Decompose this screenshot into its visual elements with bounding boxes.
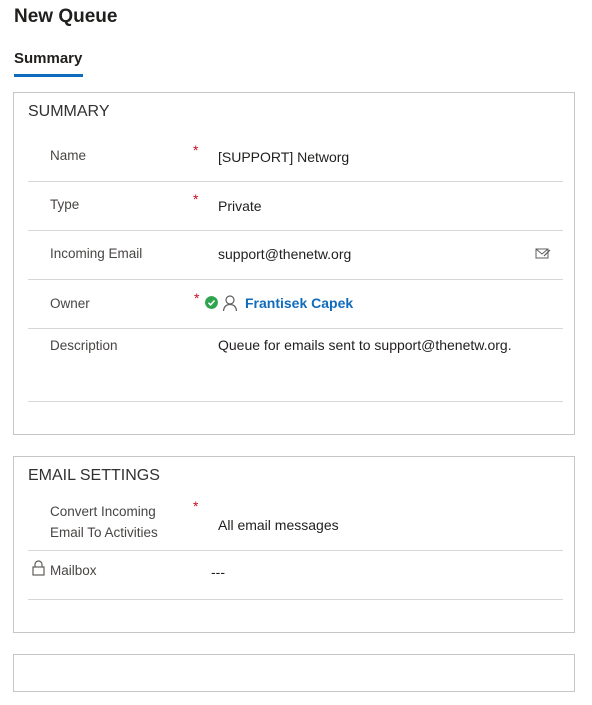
required-indicator: * <box>193 142 199 158</box>
required-indicator: * <box>193 498 199 514</box>
required-indicator: * <box>194 290 200 306</box>
field-row-owner: Owner * Frantisek Capek <box>28 290 563 329</box>
field-row-incoming-email: Incoming Email support@thenetw.org <box>28 243 563 280</box>
email-compose-icon[interactable] <box>535 246 551 260</box>
convert-incoming-email-select[interactable]: All email messages <box>218 515 339 536</box>
section-title: EMAIL SETTINGS <box>28 467 160 484</box>
field-label: Description <box>50 338 118 353</box>
tab-active-indicator <box>14 74 83 77</box>
field-label: Mailbox <box>50 563 97 578</box>
field-label: Name <box>50 148 87 163</box>
check-circle-icon <box>205 296 218 309</box>
email-settings-section: EMAIL SETTINGS Convert Incoming Email To… <box>13 456 575 633</box>
description-textarea[interactable]: Queue for emails sent to support@thenetw… <box>218 335 512 356</box>
field-row-mailbox: Mailbox --- <box>28 560 563 600</box>
mailbox-lookup: --- <box>211 564 225 580</box>
field-row-description: Description Queue for emails sent to sup… <box>28 337 563 402</box>
empty-section <box>13 654 575 692</box>
field-row-convert-incoming-email: Convert Incoming Email To Activities * A… <box>28 498 563 551</box>
page-title: New Queue <box>14 6 118 27</box>
type-select[interactable]: Private <box>218 196 262 217</box>
section-title: SUMMARY <box>28 103 110 120</box>
incoming-email-input[interactable]: support@thenetw.org <box>218 244 351 265</box>
field-label: Incoming Email <box>50 246 143 261</box>
required-indicator: * <box>193 191 199 207</box>
owner-lookup-link[interactable]: Frantisek Capek <box>245 293 353 314</box>
field-row-type: Type * Private <box>28 191 563 231</box>
tab-summary[interactable]: Summary <box>14 50 82 73</box>
field-label: Convert Incoming <box>50 504 156 519</box>
field-label: Type <box>50 197 80 212</box>
field-label: Email To Activities <box>50 525 158 540</box>
field-label: Owner <box>50 296 90 311</box>
field-row-name: Name * [SUPPORT] Networg <box>28 142 563 182</box>
lock-icon <box>32 560 45 576</box>
summary-section: SUMMARY Name * [SUPPORT] Networg Type * … <box>13 92 575 435</box>
person-icon <box>222 295 238 312</box>
name-input[interactable]: [SUPPORT] Networg <box>218 147 349 168</box>
